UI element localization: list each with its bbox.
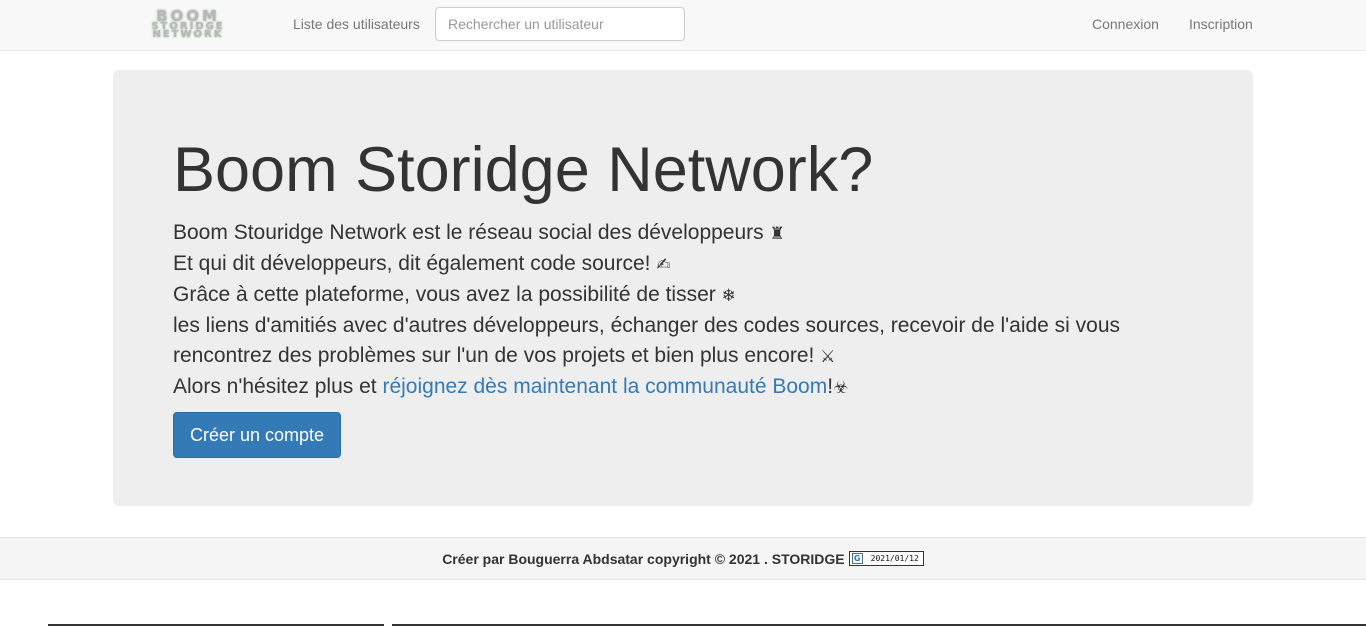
hero-line-1: Boom Stouridge Network est le réseau soc… <box>173 218 1173 249</box>
hero-line-1-text: Boom Stouridge Network est le réseau soc… <box>173 221 770 244</box>
hero-line-3-text: Grâce à cette plateforme, vous avez la p… <box>173 283 722 306</box>
hero-line-5-text: rencontrez des problèmes sur l'un de vos… <box>173 344 821 367</box>
hero-description: Boom Stouridge Network est le réseau soc… <box>173 218 1173 403</box>
crossed-swords-icon: ⚔ <box>820 347 836 367</box>
join-community-link[interactable]: réjoignez dès maintenant la communauté B… <box>382 375 827 398</box>
nav-signup-link[interactable]: Inscription <box>1189 16 1253 32</box>
nav-login-link[interactable]: Connexion <box>1092 16 1159 32</box>
brand-logo-line3: NETWORK <box>152 28 224 40</box>
hero-title: Boom Storidge Network? <box>173 135 874 205</box>
hero-line-5: rencontrez des problèmes sur l'un de vos… <box>173 341 1173 372</box>
nav-users-list-link[interactable]: Liste des utilisateurs <box>293 16 420 32</box>
visit-counter-badge[interactable]: G 2021/01/12 <box>848 551 924 566</box>
snowflake-icon: ❄ <box>721 286 736 306</box>
biohazard-icon: ☣ <box>833 378 849 398</box>
chess-rook-icon: ♜ <box>769 224 785 244</box>
top-navbar: BOOM STORIDGE NETWORK Liste des utilisat… <box>0 0 1366 51</box>
writing-hand-icon: ✍ <box>656 255 671 275</box>
hero-line-2-text: Et qui dit développeurs, dit également c… <box>173 252 657 275</box>
hero-line-6-prefix: Alors n'hésitez plus et <box>173 375 383 398</box>
counter-date: 2021/01/12 <box>870 554 919 563</box>
footer-copyright: Créer par Bouguerra Abdsatar copyright ©… <box>442 550 845 567</box>
hero-line-6: Alors n'hésitez plus et réjoignez dès ma… <box>173 372 1173 403</box>
brand-logo[interactable]: BOOM STORIDGE NETWORK <box>126 9 250 40</box>
create-account-button[interactable]: Créer un compte <box>173 412 341 458</box>
hero-line-4: les liens d'amitiés avec d'autres dévelo… <box>173 314 1121 337</box>
page-footer: Créer par Bouguerra Abdsatar copyright ©… <box>0 537 1366 580</box>
hero-jumbotron: Boom Storidge Network? Boom Stouridge Ne… <box>113 70 1253 506</box>
user-search-input[interactable] <box>435 7 685 41</box>
counter-g-icon: G <box>851 553 863 564</box>
hero-line-2: Et qui dit développeurs, dit également c… <box>173 249 1173 280</box>
hero-line-3: Grâce à cette plateforme, vous avez la p… <box>173 280 1173 311</box>
